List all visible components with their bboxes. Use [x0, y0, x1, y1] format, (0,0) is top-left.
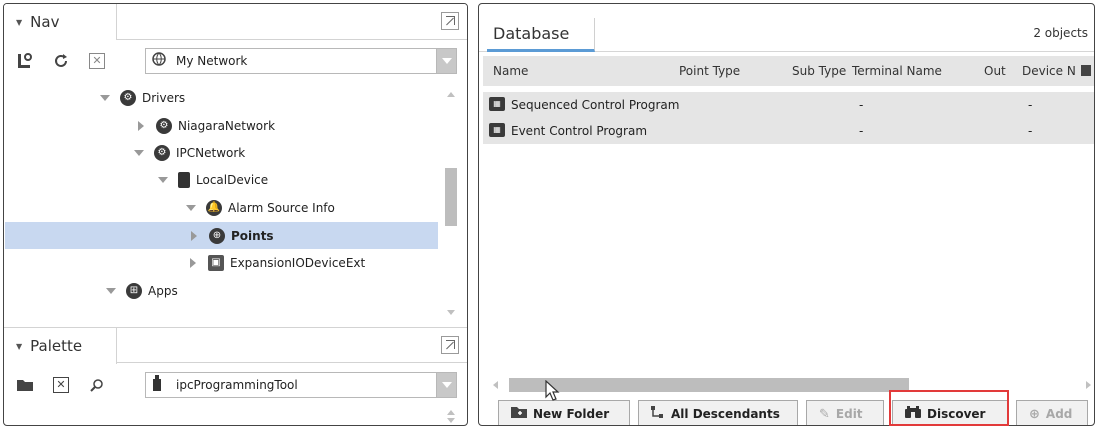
collapse-caret-icon[interactable]: ▼ [16, 342, 22, 351]
table-row[interactable]: ▦ Sequenced Control Program - - [483, 92, 1094, 118]
new-folder-icon [511, 406, 527, 422]
alarm-icon: 🔔 [206, 199, 222, 216]
cell-terminal: - [859, 98, 864, 112]
edit-label: Edit [835, 407, 863, 421]
program-icon: ▦ [489, 123, 505, 137]
discover-highlight-box [889, 390, 1009, 426]
scroll-up-icon[interactable] [447, 410, 455, 415]
home-network-icon[interactable] [14, 50, 36, 72]
device-icon [178, 171, 190, 188]
mouse-cursor-icon [545, 380, 560, 401]
column-header-sub-type[interactable]: Sub Type [792, 64, 846, 78]
collapse-caret-icon[interactable]: ▼ [16, 18, 22, 27]
new-folder-button[interactable]: New Folder [498, 400, 630, 425]
scroll-thumb[interactable] [509, 378, 909, 392]
expanded-caret-icon[interactable] [134, 149, 144, 156]
expanded-caret-icon[interactable] [186, 204, 196, 211]
module-icon [152, 375, 170, 395]
add-button[interactable]: ⊕ Add [1016, 400, 1088, 425]
tree-item-niagaranetwork[interactable]: ⚙ NiagaraNetwork [4, 112, 454, 139]
tree-item-localdevice[interactable]: LocalDevice [4, 166, 454, 193]
maximize-nav-icon[interactable] [441, 12, 459, 30]
column-header-device[interactable]: Device N [1022, 64, 1076, 78]
pencil-icon: ✎ [819, 406, 830, 422]
cell-terminal: - [859, 124, 864, 138]
database-view: Database 2 objects Name Point Type Sub T… [478, 3, 1095, 426]
points-icon: ⊕ [209, 227, 225, 244]
scroll-left-icon[interactable] [493, 381, 498, 389]
device-extension-icon: ▣ [208, 254, 224, 271]
program-icon: ▦ [489, 97, 505, 111]
palette-dropdown-button[interactable] [436, 373, 456, 397]
folder-icon[interactable] [14, 374, 36, 396]
tree-item-apps[interactable]: ⊞ Apps [4, 277, 454, 304]
find-icon[interactable] [86, 374, 108, 396]
column-header-point-type[interactable]: Point Type [679, 64, 740, 78]
palette-title: Palette [30, 337, 83, 355]
tree-item-alarm-source-info[interactable]: 🔔 Alarm Source Info [4, 194, 454, 221]
apps-icon: ⊞ [126, 282, 142, 299]
nav-header: ▼ Nav [4, 4, 467, 40]
tree-item-points[interactable]: ⊕ Points [5, 222, 438, 249]
network-select-value: My Network [176, 54, 248, 68]
hierarchy-icon [651, 406, 665, 422]
database-tab[interactable]: Database [487, 18, 595, 52]
palette-module-select[interactable]: ipcProgrammingTool [145, 372, 457, 398]
palette-header: ▼ Palette [4, 327, 467, 364]
tree-item-ipcnetwork[interactable]: ⚙ IPCNetwork [4, 139, 454, 166]
refresh-icon[interactable] [50, 50, 72, 72]
cell-device: - [1028, 98, 1033, 112]
scroll-down-icon[interactable] [447, 310, 455, 315]
cell-name: Event Control Program [511, 124, 648, 138]
column-header-name[interactable]: Name [493, 64, 528, 78]
network-select[interactable]: My Network [145, 48, 457, 74]
table-row[interactable]: ▦ Event Control Program - - [483, 118, 1094, 144]
column-chooser-icon[interactable] [1081, 65, 1091, 76]
globe-icon [152, 52, 170, 70]
scroll-down-icon[interactable] [447, 418, 455, 423]
cell-name: Sequenced Control Program [511, 98, 680, 112]
network-icon: ⚙ [154, 144, 170, 161]
database-header: Database 2 objects [479, 4, 1094, 52]
palette-module-value: ipcProgrammingTool [176, 378, 298, 392]
palette-tab[interactable]: ▼ Palette [4, 328, 117, 364]
object-count: 2 objects [1033, 26, 1088, 40]
add-circle-icon: ⊕ [1029, 406, 1040, 422]
tree-item-expansioniodeviceext[interactable]: ▣ ExpansionIODeviceExt [4, 249, 454, 276]
table-header: Name Point Type Sub Type Terminal Name O… [483, 56, 1094, 86]
add-label: Add [1045, 407, 1073, 421]
all-descendants-button[interactable]: All Descendants [638, 400, 798, 425]
expanded-caret-icon[interactable] [100, 94, 110, 101]
nav-tree: ⚙ Drivers ⚙ NiagaraNetwork ⚙ IPCNetwork … [4, 84, 454, 320]
expanded-caret-icon[interactable] [158, 176, 168, 183]
nav-tab[interactable]: ▼ Nav [4, 4, 117, 40]
maximize-palette-icon[interactable] [441, 336, 459, 354]
collapsed-caret-icon[interactable] [191, 230, 197, 241]
side-bar: ▼ Nav ✕ My Network ⚙ Drivers ⚙ NiagaraNe… [3, 3, 468, 426]
all-descendants-label: All Descendants [671, 407, 780, 421]
close-icon[interactable]: ✕ [50, 374, 72, 396]
tree-item-drivers[interactable]: ⚙ Drivers [4, 84, 454, 111]
nav-tree-scrollbar[interactable] [445, 88, 457, 318]
cell-device: - [1028, 124, 1033, 138]
column-header-out[interactable]: Out [984, 64, 1006, 78]
driver-container-icon: ⚙ [120, 89, 136, 106]
collapsed-caret-icon[interactable] [190, 257, 196, 268]
collapsed-caret-icon[interactable] [138, 120, 144, 131]
expanded-caret-icon[interactable] [106, 287, 116, 294]
nav-title: Nav [30, 13, 60, 31]
scroll-right-icon[interactable] [1086, 381, 1091, 389]
palette-scrollbar[interactable] [445, 408, 457, 424]
scroll-up-icon[interactable] [447, 92, 455, 97]
edit-button[interactable]: ✎ Edit [806, 400, 884, 425]
network-icon: ⚙ [156, 117, 172, 134]
close-icon[interactable]: ✕ [86, 50, 108, 72]
column-header-terminal-name[interactable]: Terminal Name [852, 64, 942, 78]
new-folder-label: New Folder [533, 407, 610, 421]
scroll-thumb[interactable] [445, 168, 457, 226]
database-table: Name Point Type Sub Type Terminal Name O… [483, 56, 1094, 374]
network-dropdown-button[interactable] [436, 49, 456, 73]
